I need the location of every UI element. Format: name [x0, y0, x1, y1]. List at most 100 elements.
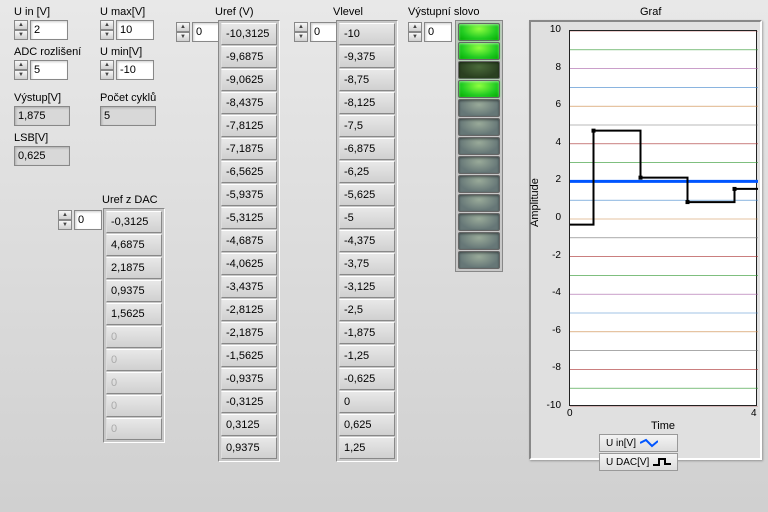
array-cell[interactable]: -4,6875: [221, 230, 277, 252]
array-cell[interactable]: -1,5625: [221, 345, 277, 367]
uref-dac-index-input[interactable]: [74, 210, 102, 230]
array-cell[interactable]: -2,8125: [221, 299, 277, 321]
array-cell[interactable]: 1,25: [339, 437, 395, 459]
array-cell[interactable]: -2,5: [339, 299, 395, 321]
array-cell[interactable]: 0: [106, 395, 162, 417]
led-indicator: [458, 232, 500, 250]
array-cell[interactable]: 0: [106, 349, 162, 371]
spinner-up-icon[interactable]: ▲: [408, 22, 422, 32]
array-cell[interactable]: -3,4375: [221, 276, 277, 298]
y-tick: 2: [537, 174, 561, 185]
adc-res-input[interactable]: [30, 60, 68, 80]
array-cell[interactable]: -6,5625: [221, 161, 277, 183]
array-cell[interactable]: -10,3125: [221, 23, 277, 45]
array-cell[interactable]: -1,25: [339, 345, 395, 367]
array-cell[interactable]: -3,125: [339, 276, 395, 298]
array-cell[interactable]: -4,375: [339, 230, 395, 252]
lsb-readout: 0,625: [14, 146, 70, 166]
array-cell[interactable]: -2,1875: [221, 322, 277, 344]
graph-title: Graf: [640, 6, 661, 18]
uref-array: -10,3125-9,6875-9,0625-8,4375-7,8125-7,1…: [218, 20, 280, 462]
legend-udac[interactable]: U DAC[V]: [599, 453, 678, 471]
array-cell[interactable]: 0: [106, 326, 162, 348]
array-cell[interactable]: 0: [339, 391, 395, 413]
array-cell[interactable]: -5,3125: [221, 207, 277, 229]
uref-index[interactable]: ▲▼: [176, 22, 220, 42]
spinner-up-icon[interactable]: ▲: [294, 22, 308, 32]
array-cell[interactable]: -7,8125: [221, 115, 277, 137]
vlevel-index-input[interactable]: [310, 22, 338, 42]
spinner-down-icon[interactable]: ▼: [408, 32, 422, 42]
array-cell[interactable]: 4,6875: [106, 234, 162, 256]
spinner-down-icon[interactable]: ▼: [58, 220, 72, 230]
array-cell[interactable]: 0,625: [339, 414, 395, 436]
y-tick: -6: [537, 325, 561, 336]
array-cell[interactable]: 0: [106, 372, 162, 394]
led-indicator: [458, 23, 500, 41]
vlevel-index[interactable]: ▲▼: [294, 22, 338, 42]
spinner-up-icon[interactable]: ▲: [14, 20, 28, 30]
array-cell[interactable]: 0,9375: [221, 437, 277, 459]
array-cell[interactable]: -10: [339, 23, 395, 45]
led-indicator: [458, 42, 500, 60]
leds-index[interactable]: ▲▼: [408, 22, 452, 42]
spinner-up-icon[interactable]: ▲: [100, 60, 114, 70]
spinner-down-icon[interactable]: ▼: [14, 70, 28, 80]
array-cell[interactable]: -0,9375: [221, 368, 277, 390]
array-cell[interactable]: 0,9375: [106, 280, 162, 302]
array-cell[interactable]: -9,0625: [221, 69, 277, 91]
y-tick: -2: [537, 250, 561, 261]
uref-dac-index[interactable]: ▲▼: [58, 210, 102, 230]
graph-plot[interactable]: [569, 30, 757, 406]
uref-index-input[interactable]: [192, 22, 220, 42]
array-cell[interactable]: -8,75: [339, 69, 395, 91]
led-indicator: [458, 137, 500, 155]
array-cell[interactable]: -5: [339, 207, 395, 229]
array-cell[interactable]: -4,0625: [221, 253, 277, 275]
y-tick: 10: [537, 24, 561, 35]
array-cell[interactable]: -0,3125: [106, 211, 162, 233]
spinner-up-icon[interactable]: ▲: [58, 210, 72, 220]
spinner-up-icon[interactable]: ▲: [14, 60, 28, 70]
array-cell[interactable]: 1,5625: [106, 303, 162, 325]
array-cell[interactable]: -9,6875: [221, 46, 277, 68]
array-cell[interactable]: -3,75: [339, 253, 395, 275]
u-min-input[interactable]: [116, 60, 154, 80]
spinner-down-icon[interactable]: ▼: [100, 70, 114, 80]
array-cell[interactable]: -5,9375: [221, 184, 277, 206]
uref-dac-label: Uref z DAC: [102, 194, 158, 206]
array-cell[interactable]: -6,25: [339, 161, 395, 183]
array-cell[interactable]: -7,1875: [221, 138, 277, 160]
spinner-up-icon[interactable]: ▲: [100, 20, 114, 30]
u-in-input[interactable]: [30, 20, 68, 40]
leds-label: Výstupní slovo: [408, 6, 480, 18]
array-cell[interactable]: -9,375: [339, 46, 395, 68]
spinner-down-icon[interactable]: ▼: [294, 32, 308, 42]
u-min-control[interactable]: ▲▼: [100, 60, 154, 80]
array-cell[interactable]: -0,3125: [221, 391, 277, 413]
pocet-cyklu-readout: 5: [100, 106, 156, 126]
array-cell[interactable]: -8,125: [339, 92, 395, 114]
array-cell[interactable]: -7,5: [339, 115, 395, 137]
spinner-down-icon[interactable]: ▼: [176, 32, 190, 42]
legend-uin[interactable]: U in[V]: [599, 434, 678, 452]
array-cell[interactable]: 0: [106, 418, 162, 440]
u-max-control[interactable]: ▲▼: [100, 20, 154, 40]
array-cell[interactable]: -0,625: [339, 368, 395, 390]
y-tick: 6: [537, 99, 561, 110]
array-cell[interactable]: 2,1875: [106, 257, 162, 279]
array-cell[interactable]: -1,875: [339, 322, 395, 344]
spinner-up-icon[interactable]: ▲: [176, 22, 190, 32]
array-cell[interactable]: -8,4375: [221, 92, 277, 114]
array-cell[interactable]: 0,3125: [221, 414, 277, 436]
u-max-input[interactable]: [116, 20, 154, 40]
adc-res-control[interactable]: ▲▼: [14, 60, 81, 80]
u-in-control[interactable]: ▲▼: [14, 20, 68, 40]
array-cell[interactable]: -5,625: [339, 184, 395, 206]
uref-label: Uref (V): [215, 6, 254, 18]
array-cell[interactable]: -6,875: [339, 138, 395, 160]
spinner-down-icon[interactable]: ▼: [14, 30, 28, 40]
leds-index-input[interactable]: [424, 22, 452, 42]
vystup-readout: 1,875: [14, 106, 70, 126]
spinner-down-icon[interactable]: ▼: [100, 30, 114, 40]
